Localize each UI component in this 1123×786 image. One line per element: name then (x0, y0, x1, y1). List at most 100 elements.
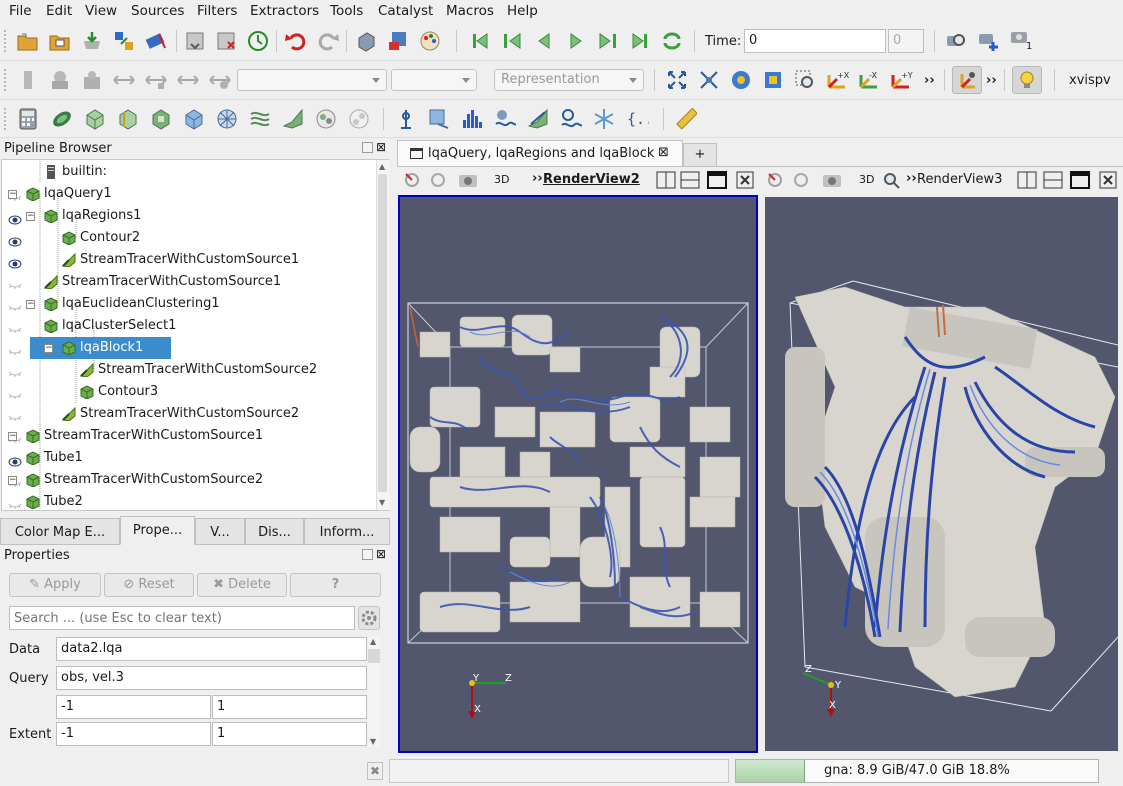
connect-icon[interactable] (112, 29, 136, 53)
collapse-toggle-icon[interactable]: − (26, 300, 35, 309)
menu-view[interactable]: View (85, 3, 117, 19)
capture-view-icon[interactable] (789, 168, 813, 192)
eye-closed-icon[interactable] (8, 343, 22, 355)
renderview3-canvas[interactable]: Z Y X (765, 197, 1118, 751)
auto-apply-icon[interactable] (246, 29, 270, 53)
split-horizontal-icon[interactable] (654, 168, 678, 192)
orientation-axes-icon[interactable] (952, 66, 982, 94)
pipeline-item[interactable]: StreamTracerWithCustomSource1 (2, 249, 377, 271)
clear-state-icon[interactable] (214, 29, 238, 53)
group-datasets-icon[interactable] (314, 107, 338, 131)
save-data-icon[interactable] (80, 29, 104, 53)
close-panel-icon[interactable]: ⊠ (376, 547, 386, 561)
open-file-icon[interactable] (16, 29, 40, 53)
menu-sources[interactable]: Sources (131, 3, 184, 19)
extract-level-icon[interactable] (347, 107, 371, 131)
maximize-view-icon[interactable] (705, 168, 729, 192)
rescale-custom-icon[interactable] (144, 68, 168, 92)
edit-colormap-icon[interactable] (80, 68, 104, 92)
range-min-field[interactable]: -1 (56, 695, 211, 719)
reverse-play-icon[interactable] (532, 29, 556, 53)
pipeline-scrollbar[interactable]: ▲ ▼ (376, 160, 389, 510)
component-select[interactable] (391, 69, 477, 91)
collapse-toggle-icon[interactable]: − (26, 212, 35, 221)
pipeline-item[interactable]: lqaClusterSelect1 (2, 315, 377, 337)
tab-information[interactable]: Inform... (304, 518, 390, 545)
zoom-closest-icon[interactable] (697, 68, 721, 92)
plot-data-icon[interactable] (493, 107, 517, 131)
collapse-toggle-icon[interactable]: − (44, 344, 53, 353)
representation-select[interactable]: Representation (494, 69, 644, 91)
zoom-to-box-icon[interactable] (793, 68, 817, 92)
warp-by-vector-icon[interactable] (281, 107, 305, 131)
pipeline-item[interactable]: − StreamTracerWithCustomSource2 (2, 469, 377, 491)
screenshot-icon[interactable] (456, 168, 480, 192)
rescale-visible-icon[interactable] (208, 68, 232, 92)
extent-max-field[interactable]: 1 (212, 722, 367, 746)
pipeline-item[interactable]: StreamTracerWithCustomSource2 (2, 403, 377, 425)
reset-button[interactable]: ⊘ Reset (104, 573, 194, 597)
stream-tracer-icon[interactable] (248, 107, 272, 131)
pipeline-item[interactable]: StreamTracerWithCustomSource1 (2, 271, 377, 293)
tab-color-map-editor[interactable]: Color Map E... (0, 518, 120, 545)
menu-filters[interactable]: Filters (197, 3, 237, 19)
eye-open-icon[interactable] (8, 211, 22, 225)
view-minus-x-icon[interactable]: -X (857, 68, 881, 92)
menu-macros[interactable]: Macros (446, 3, 494, 19)
close-view-icon[interactable] (733, 168, 757, 192)
delete-button[interactable]: ✖ Delete (197, 573, 287, 597)
contour-icon[interactable] (50, 107, 74, 131)
eye-closed-icon[interactable] (8, 365, 22, 377)
menu-help[interactable]: Help (507, 3, 538, 19)
reset-camera-icon[interactable] (665, 68, 689, 92)
split-vertical-icon[interactable] (678, 168, 702, 192)
pipeline-item[interactable]: − StreamTracerWithCustomSource1 (2, 425, 377, 447)
load-state-icon[interactable] (48, 29, 72, 53)
more-tools-chevron[interactable]: ›› (924, 73, 935, 88)
view3-mode-toggle[interactable]: 3D (859, 173, 874, 186)
threshold-icon[interactable] (149, 107, 173, 131)
light-bulb-icon[interactable] (1012, 66, 1042, 94)
snowflake-icon[interactable] (592, 107, 616, 131)
time-input[interactable]: 0 (744, 29, 886, 53)
ruler-icon[interactable] (674, 107, 698, 131)
eye-closed-icon[interactable] (8, 277, 22, 289)
rescale-temporal-icon[interactable] (176, 68, 200, 92)
query-field[interactable]: obs, vel.3 (56, 666, 367, 690)
pipeline-item[interactable]: Contour2 (2, 227, 377, 249)
add-layout-button[interactable]: + (683, 143, 717, 167)
eye-open-icon[interactable] (8, 233, 22, 247)
reset-view-icon[interactable] (763, 168, 787, 192)
capture-view-icon[interactable] (426, 168, 450, 192)
menu-file[interactable]: File (9, 3, 32, 19)
toolbar-grip[interactable] (4, 69, 10, 91)
collapse-toggle-icon[interactable]: − (8, 476, 17, 485)
clip-icon[interactable] (83, 107, 107, 131)
zoom-data-icon[interactable] (729, 68, 753, 92)
apply-button[interactable]: ✎ Apply (9, 573, 101, 597)
menu-edit[interactable]: Edit (46, 3, 72, 19)
tab-view[interactable]: V... (195, 518, 245, 545)
first-frame-icon[interactable] (468, 29, 492, 53)
help-button[interactable]: ? (290, 573, 381, 597)
next-frame-icon[interactable] (596, 29, 620, 53)
screenshot-icon[interactable] (820, 168, 844, 192)
split-horizontal-icon[interactable] (1015, 168, 1039, 192)
zoom-box-icon[interactable] (761, 68, 785, 92)
view2-mode-toggle[interactable]: 3D (494, 173, 509, 186)
previous-frame-icon[interactable] (500, 29, 524, 53)
toolbar-grip[interactable] (4, 30, 10, 52)
eye-open-icon[interactable] (8, 255, 22, 269)
reset-view-icon[interactable] (400, 168, 424, 192)
show-scalar-bar-icon[interactable] (16, 68, 40, 92)
range-max-field[interactable]: 1 (212, 695, 367, 719)
view-plus-y-icon[interactable]: +Y (889, 68, 913, 92)
pipeline-item[interactable]: − lqaEuclideanClustering1 (2, 293, 377, 315)
calculator-icon[interactable] (16, 107, 40, 131)
pipeline-item[interactable]: Contour3 (2, 381, 377, 403)
interrupt-icon[interactable]: ✖ (367, 762, 383, 780)
pipeline-item[interactable]: StreamTracerWithCustomSource2 (2, 359, 377, 381)
palette-icon[interactable] (418, 29, 442, 53)
plot-selection-icon[interactable] (526, 107, 550, 131)
tab-display[interactable]: Dis... (245, 518, 304, 545)
